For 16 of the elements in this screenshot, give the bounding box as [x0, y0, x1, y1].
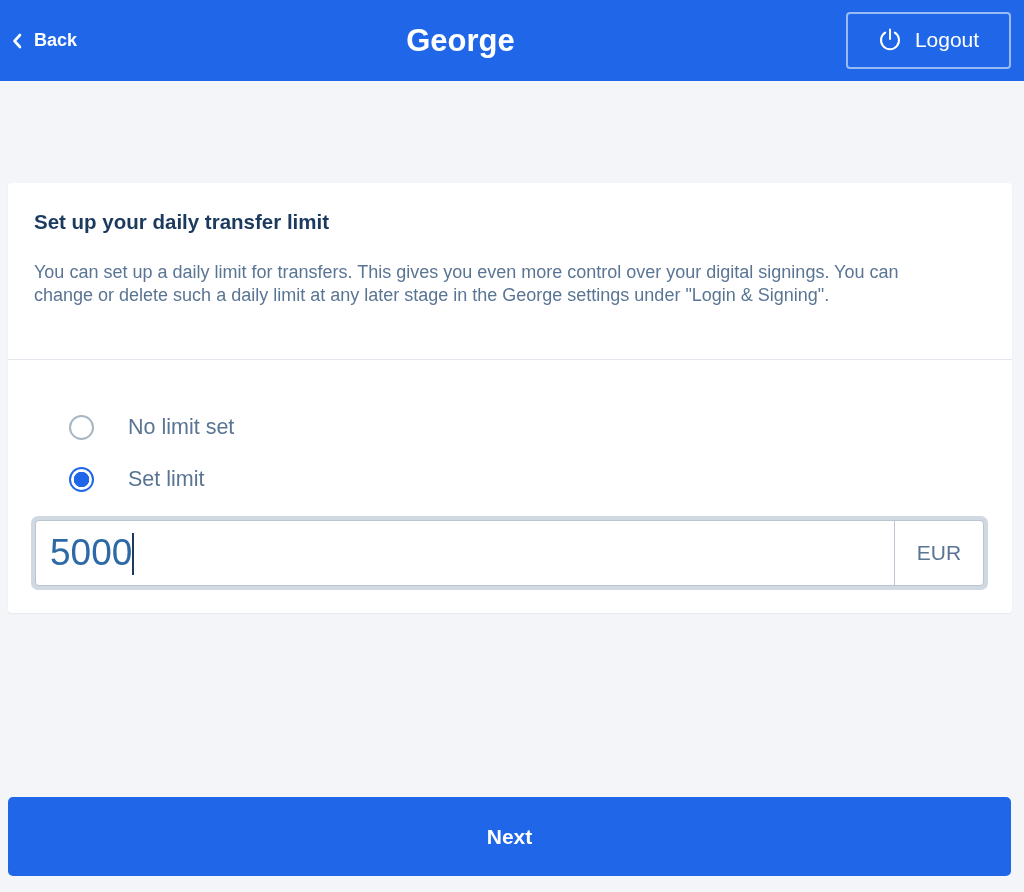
chevron-left-icon	[12, 32, 22, 49]
amount-input-field[interactable]: 5000 EUR	[35, 520, 984, 586]
amount-input[interactable]: 5000	[36, 521, 894, 585]
back-link[interactable]: Back	[12, 30, 78, 51]
radio-option[interactable]: Set limit	[69, 453, 205, 505]
next-button[interactable]: Next	[8, 797, 1011, 876]
logout-button[interactable]: Logout	[846, 12, 1011, 69]
card-title: Set up your daily transfer limit	[34, 210, 330, 234]
power-icon	[877, 27, 902, 52]
radio-option[interactable]: No limit set	[69, 401, 235, 453]
text-cursor-icon	[132, 533, 134, 575]
radio-button-icon[interactable]	[69, 414, 94, 440]
app-title: George	[406, 22, 515, 59]
currency-label: EUR	[894, 521, 983, 585]
description-text: You can set up a daily limit for transfers. This gives you even more control over your digital signings. You can change or delete such a daily limit at any later stage in the George settings under "Login & Signing".	[34, 261, 900, 307]
radio-button-icon[interactable]	[69, 466, 94, 492]
